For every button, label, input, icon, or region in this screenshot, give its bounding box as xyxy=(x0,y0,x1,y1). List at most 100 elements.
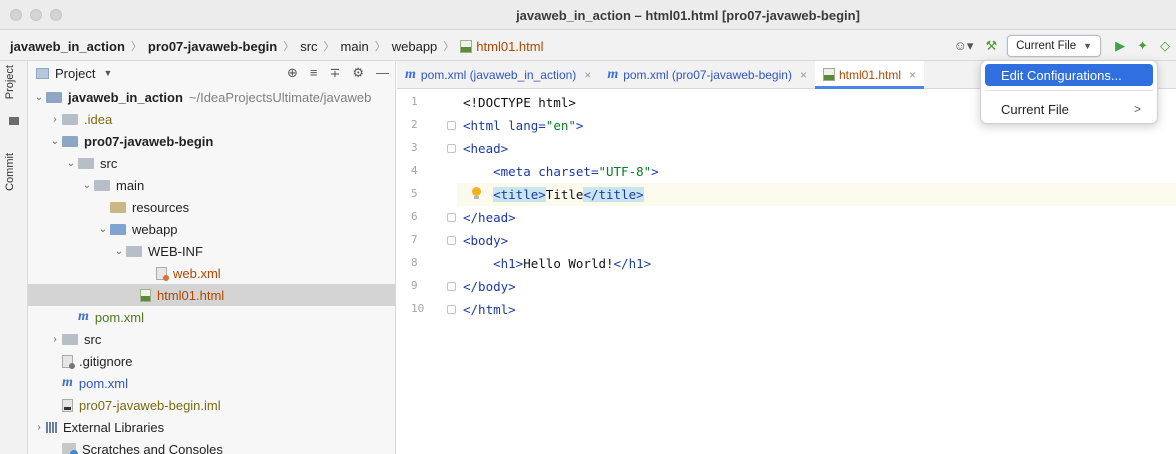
user-icon[interactable]: ☺▾ xyxy=(954,38,974,54)
code-attr: charset= xyxy=(538,164,599,179)
tree-item-root-pom[interactable]: m pom.xml xyxy=(28,372,395,394)
chevron-down-icon[interactable]: ⌄ xyxy=(64,158,78,169)
project-panel: Project ▼ ⊕ ≡ ∓ ⚙ — ⌄ javaweb_in_action … xyxy=(28,61,396,454)
code-editor[interactable] xyxy=(457,89,1176,454)
current-file-menu-item[interactable]: Current File > xyxy=(985,98,1153,120)
line-number: 1 xyxy=(411,95,418,108)
chevron-right-icon[interactable]: › xyxy=(48,334,62,345)
fold-marker-icon[interactable] xyxy=(447,282,456,291)
collapse-all-icon[interactable]: ∓ xyxy=(329,65,340,81)
run-icon[interactable]: ▶ xyxy=(1115,38,1125,54)
code-tag: > xyxy=(651,164,659,179)
fold-marker-icon[interactable] xyxy=(447,305,456,314)
run-configuration-select[interactable]: Current File ▼ xyxy=(1007,34,1102,57)
fold-marker-icon[interactable] xyxy=(447,121,456,130)
tree-item-module-pom[interactable]: m pom.xml xyxy=(28,306,395,328)
run-configuration-label: Current File xyxy=(1016,39,1077,52)
tab-html01[interactable]: html01.html × xyxy=(814,61,925,89)
tree-item-external-libraries[interactable]: › External Libraries xyxy=(28,416,395,438)
breadcrumb-project[interactable]: javaweb_in_action xyxy=(10,39,125,54)
project-view-select[interactable]: Project xyxy=(55,66,95,81)
tree-item-label: webapp xyxy=(132,221,178,237)
build-hammer-icon[interactable]: ⚒ xyxy=(985,38,997,54)
expand-all-icon[interactable]: ≡ xyxy=(310,65,318,81)
tree-item-webapp[interactable]: ⌄ webapp xyxy=(28,218,395,240)
folder-icon xyxy=(78,157,94,169)
tab-pom-module[interactable]: m pom.xml (pro07-javaweb-begin) × xyxy=(599,61,815,88)
code-tag: > xyxy=(575,118,584,133)
line-number: 7 xyxy=(411,233,418,246)
code-line-3: <head> xyxy=(463,141,508,156)
debug-icon[interactable]: ✦ xyxy=(1137,38,1148,54)
fold-marker-icon[interactable] xyxy=(447,144,456,153)
project-tool-tab[interactable]: Project xyxy=(4,65,16,99)
close-icon[interactable]: × xyxy=(909,68,916,82)
tree-item-label: .gitignore xyxy=(79,353,133,369)
tree-item-gitignore[interactable]: .gitignore xyxy=(28,350,395,372)
chevron-right-icon[interactable]: › xyxy=(48,114,62,125)
chevron-down-icon[interactable]: ⌄ xyxy=(48,136,62,147)
folder-icon xyxy=(94,179,110,191)
line-number: 10 xyxy=(411,302,425,315)
module-folder-icon xyxy=(46,91,62,103)
xml-file-icon xyxy=(156,266,169,281)
navigation-bar: javaweb_in_action 〉 pro07-javaweb-begin … xyxy=(0,30,1176,61)
fold-marker-icon[interactable] xyxy=(447,236,456,245)
close-icon[interactable]: × xyxy=(584,68,591,82)
code-tag: <html xyxy=(463,118,509,133)
fold-marker-icon[interactable] xyxy=(447,213,456,222)
project-panel-tools: ⊕ ≡ ∓ ⚙ — xyxy=(287,65,389,81)
breadcrumb-src[interactable]: src xyxy=(300,39,317,54)
tree-item-label: javaweb_in_action xyxy=(68,89,183,105)
line-number: 9 xyxy=(411,279,418,292)
tree-item-root-project[interactable]: ⌄ javaweb_in_action ~/IdeaProjectsUltima… xyxy=(28,86,395,108)
tree-item-web-inf[interactable]: ⌄ WEB-INF xyxy=(28,240,395,262)
code-line-6: </head> xyxy=(463,210,516,225)
tree-item-src[interactable]: ⌄ src xyxy=(28,152,395,174)
breadcrumb-separator-icon: 〉 xyxy=(443,41,455,53)
locate-file-icon[interactable]: ⊕ xyxy=(287,65,298,81)
tree-item-scratches[interactable]: Scratches and Consoles xyxy=(28,438,395,454)
resources-folder-icon xyxy=(110,201,126,213)
breadcrumb-file[interactable]: html01.html xyxy=(460,39,543,54)
tab-pom-root[interactable]: m pom.xml (javaweb_in_action) × xyxy=(397,61,599,88)
line-number: 4 xyxy=(411,164,418,177)
web-folder-icon xyxy=(110,223,126,235)
chevron-down-icon[interactable]: ⌄ xyxy=(32,92,46,103)
chevron-down-icon[interactable]: ⌄ xyxy=(80,180,94,191)
chevron-down-icon[interactable]: ▼ xyxy=(103,68,112,78)
code-text: Title xyxy=(545,187,584,202)
tree-item-module[interactable]: ⌄ pro07-javaweb-begin xyxy=(28,130,395,152)
tree-item-label: External Libraries xyxy=(63,419,165,435)
code-attr: lang= xyxy=(508,118,546,133)
tree-item-root-src[interactable]: › src xyxy=(28,328,395,350)
tree-item-web-xml[interactable]: web.xml xyxy=(28,262,395,284)
coverage-icon[interactable]: ◇ xyxy=(1160,38,1170,54)
iml-file-icon xyxy=(62,398,73,412)
chevron-down-icon[interactable]: ⌄ xyxy=(96,224,110,235)
code-tag: <meta xyxy=(493,164,539,179)
breadcrumb-webapp[interactable]: webapp xyxy=(392,39,438,54)
maven-icon: m xyxy=(62,375,73,390)
close-icon[interactable]: × xyxy=(800,68,807,82)
scratches-icon xyxy=(62,442,78,454)
breadcrumb-file-label: html01.html xyxy=(476,38,544,54)
tree-item-path: ~/IdeaProjectsUltimate/javaweb xyxy=(188,89,372,105)
tree-item-idea[interactable]: › .idea xyxy=(28,108,395,130)
html-file-icon xyxy=(140,288,151,302)
code-line-4: <meta charset="UTF-8"> xyxy=(463,164,659,179)
chevron-down-icon[interactable]: ⌄ xyxy=(112,246,126,257)
gear-icon[interactable]: ⚙ xyxy=(352,65,364,81)
breadcrumb-main[interactable]: main xyxy=(341,39,369,54)
tree-item-iml[interactable]: pro07-javaweb-begin.iml xyxy=(28,394,395,416)
chevron-right-icon[interactable]: › xyxy=(32,422,46,433)
tree-item-main[interactable]: ⌄ main xyxy=(28,174,395,196)
tab-label: pom.xml (pro07-javaweb-begin) xyxy=(623,67,792,82)
commit-tool-tab[interactable]: Commit xyxy=(4,153,16,191)
hide-panel-icon[interactable]: — xyxy=(376,65,389,81)
tree-item-resources[interactable]: resources xyxy=(28,196,395,218)
breadcrumb-separator-icon: 〉 xyxy=(374,41,386,53)
breadcrumb-module[interactable]: pro07-javaweb-begin xyxy=(148,39,277,54)
tree-item-html01[interactable]: html01.html xyxy=(28,284,395,306)
edit-configurations-menu-item[interactable]: Edit Configurations... xyxy=(985,64,1153,86)
